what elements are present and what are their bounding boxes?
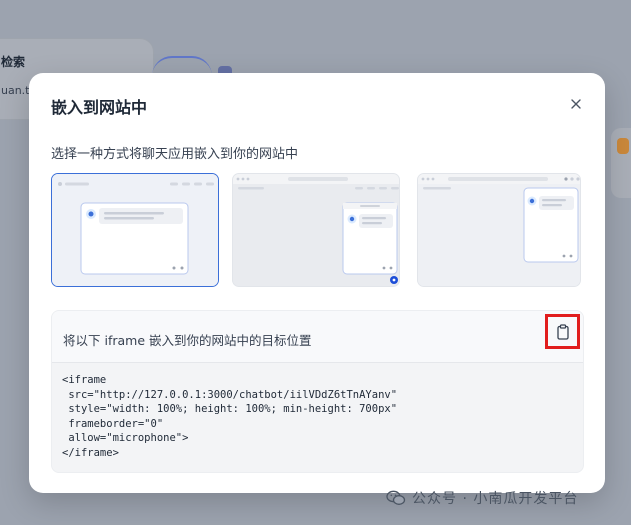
close-button[interactable] [567,95,585,113]
copy-code-button[interactable] [545,314,580,349]
embed-instruction: 将以下 iframe 嵌入到你的网站中的目标位置 [63,333,312,348]
watermark-text: 公众号 · 小南瓜开发平台 [412,491,579,507]
dialog-subtitle: 选择一种方式将聊天应用嵌入到你的网站中 [51,147,299,162]
bubble-preview-illustration [233,174,399,286]
embed-options [51,173,581,289]
option-chrome-extension[interactable] [417,173,581,287]
code-line: <iframe [62,374,107,386]
extension-preview-illustration [418,174,580,286]
embed-code-panel: 将以下 iframe 嵌入到你的网站中的目标位置 <iframe src="ht… [51,310,584,473]
node-badge [617,138,629,154]
close-icon [571,99,581,109]
clipboard-icon [556,323,569,340]
dialog-title: 嵌入到网站中 [51,98,148,117]
iframe-embed-code[interactable]: <iframe src="http://127.0.0.1:3000/chatb… [62,373,397,461]
watermark: 公众号 · 小南瓜开发平台 [386,488,578,508]
fullpage-preview-illustration [52,174,218,286]
code-line: allow="microphone"> [62,432,189,445]
code-line: frameborder="0" [62,417,164,430]
code-line: </iframe> [62,446,119,459]
wechat-icon [386,490,406,505]
option-fullpage[interactable] [51,173,219,287]
option-floating-bubble[interactable] [232,173,400,287]
embed-dialog: 嵌入到网站中 选择一种方式将聊天应用嵌入到你的网站中 将以下 iframe 嵌入… [29,73,605,493]
code-line: src="http://127.0.0.1:3000/chatbot/iilVD… [62,388,398,401]
embed-code-header: 将以下 iframe 嵌入到你的网站中的目标位置 [52,311,583,363]
code-line: style="width: 100%; height: 100%; min-he… [62,403,398,416]
node-title: 检索 [1,55,26,69]
